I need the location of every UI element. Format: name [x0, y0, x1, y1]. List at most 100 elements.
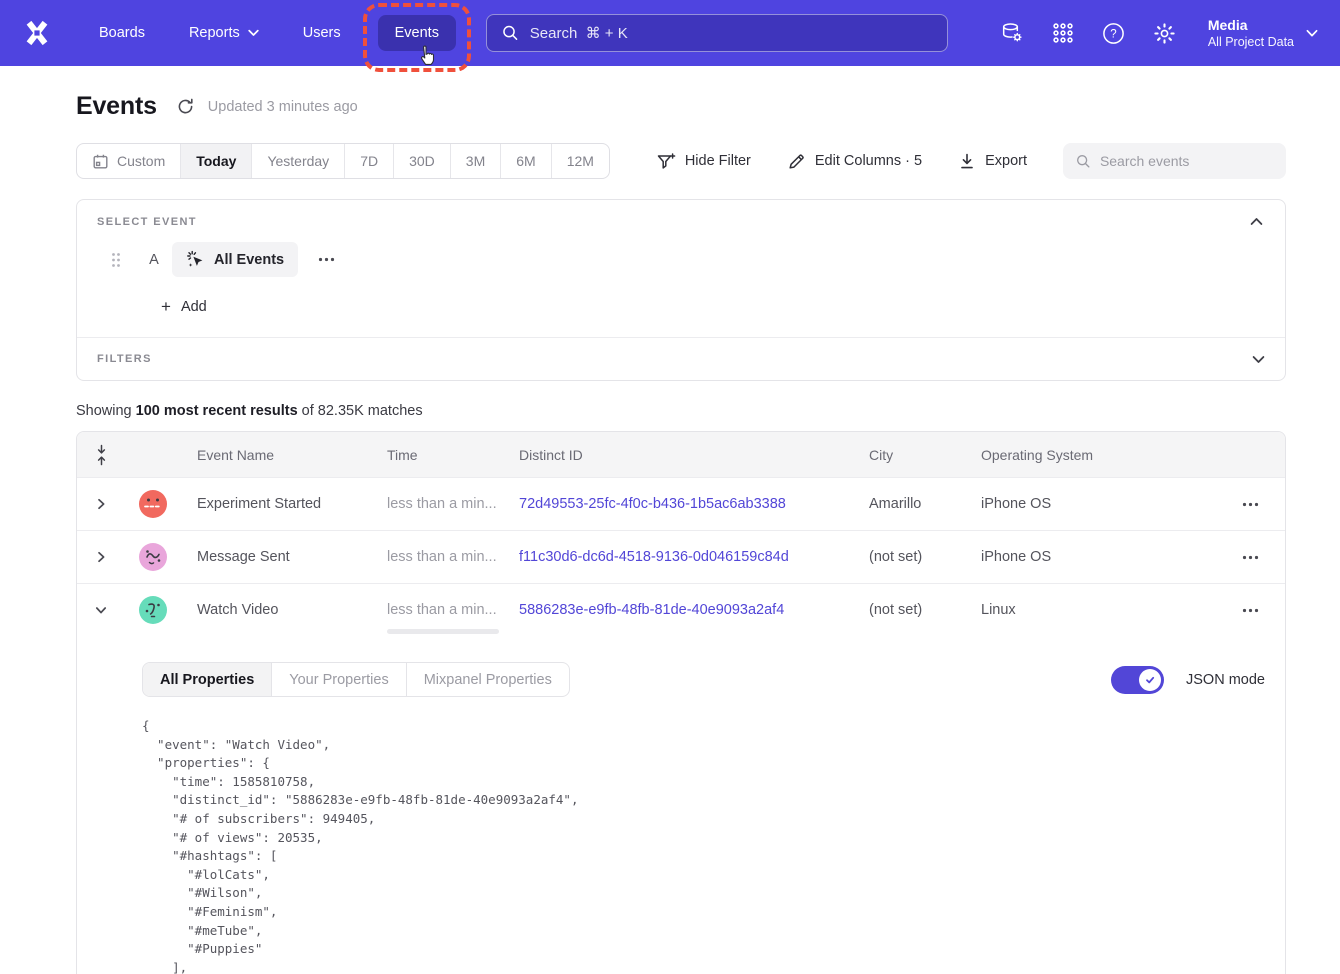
os-cell: iPhone OS: [965, 549, 1185, 565]
apps-grid-icon[interactable]: [1051, 21, 1075, 45]
edit-columns-label: Edit Columns · 5: [815, 153, 922, 169]
date-range-custom[interactable]: Custom: [77, 144, 181, 178]
toggle-knob: [1139, 669, 1161, 691]
os-cell: Linux: [965, 602, 1185, 618]
chevron-right-icon: [95, 498, 107, 510]
search-events-field[interactable]: [1063, 143, 1286, 179]
event-more-options-button[interactable]: [314, 253, 339, 266]
add-event-label: Add: [181, 299, 207, 315]
row-more-options-button[interactable]: [1242, 608, 1285, 613]
tab-label: All Properties: [160, 672, 254, 688]
filters-section-toggle[interactable]: FILTERS: [77, 338, 1285, 380]
column-header-distinct-id[interactable]: Distinct ID: [503, 447, 853, 463]
city-cell: Amarillo: [853, 496, 965, 512]
time-cell: less than a min...: [371, 478, 503, 530]
events-table: Event Name Time Distinct ID City Operati…: [76, 431, 1286, 974]
sort-order-button[interactable]: [77, 444, 125, 466]
page-title: Events: [76, 92, 157, 121]
json-mode-toggle[interactable]: [1111, 666, 1164, 694]
column-header-city[interactable]: City: [853, 447, 965, 463]
tab-mixpanel-properties[interactable]: Mixpanel Properties: [407, 663, 569, 696]
distinct-id-link[interactable]: 72d49553-25fc-4f0c-b436-1b5ac6ab3388: [519, 496, 786, 512]
event-name-cell: Message Sent: [181, 549, 371, 565]
event-avatar: [139, 543, 167, 571]
nav-item-reports[interactable]: Reports: [172, 15, 276, 51]
distinct-id-link[interactable]: 5886283e-e9fb-48fb-81de-40e9093a2af4: [519, 602, 784, 618]
filter-funnel-icon: [656, 152, 676, 171]
global-search-input[interactable]: [530, 25, 932, 42]
export-button[interactable]: Export: [958, 152, 1027, 171]
global-search[interactable]: [486, 14, 948, 52]
date-range-7d[interactable]: 7D: [345, 144, 394, 178]
ellipsis-icon: [318, 257, 335, 262]
mixpanel-logo-icon[interactable]: [18, 14, 56, 52]
table-header-row: Event Name Time Distinct ID City Operati…: [77, 432, 1285, 477]
project-selector[interactable]: Media All Project Data: [1208, 16, 1318, 50]
last-updated-text: Updated 3 minutes ago: [208, 99, 358, 115]
expand-row-button[interactable]: [77, 498, 125, 510]
properties-tabs: All Properties Your Properties Mixpanel …: [142, 662, 570, 697]
export-label: Export: [985, 153, 1027, 169]
date-range-label: Custom: [117, 153, 165, 169]
chevron-down-icon: [248, 29, 259, 37]
nav-item-label: Reports: [189, 25, 240, 41]
cursor-click-icon: [186, 250, 205, 269]
settings-gear-icon[interactable]: [1153, 21, 1177, 45]
nav-item-label: Boards: [99, 25, 145, 41]
column-header-time[interactable]: Time: [371, 447, 503, 463]
event-avatar: [139, 490, 167, 518]
search-icon: [1076, 153, 1091, 170]
ellipsis-icon: [1242, 608, 1259, 613]
plus-icon: +: [161, 297, 171, 317]
date-range-label: Yesterday: [267, 153, 329, 169]
date-range-yesterday[interactable]: Yesterday: [252, 144, 345, 178]
nav-item-label: Users: [303, 25, 341, 41]
column-header-os[interactable]: Operating System: [965, 447, 1185, 463]
date-range-3m[interactable]: 3M: [451, 144, 501, 178]
distinct-id-link[interactable]: f11c30d6-dc6d-4518-9136-0d046159c84d: [519, 549, 789, 565]
drag-handle-icon[interactable]: [111, 252, 121, 268]
date-range-label: 6M: [516, 153, 535, 169]
selected-event-label: All Events: [214, 252, 284, 268]
tab-all-properties[interactable]: All Properties: [143, 663, 272, 696]
search-events-input[interactable]: [1100, 153, 1273, 169]
row-more-options-button[interactable]: [1242, 555, 1285, 560]
primary-nav: Boards Reports Users Events: [82, 15, 456, 51]
results-suffix: of 82.35K matches: [298, 403, 423, 419]
collapse-select-event-button[interactable]: [1248, 215, 1265, 228]
ellipsis-icon: [1242, 555, 1259, 560]
tab-your-properties[interactable]: Your Properties: [272, 663, 406, 696]
event-json-viewer[interactable]: { "event": "Watch Video", "properties": …: [142, 717, 1265, 974]
check-icon: [1144, 674, 1156, 686]
date-range-30d[interactable]: 30D: [394, 144, 451, 178]
nav-item-users[interactable]: Users: [286, 15, 358, 51]
date-range-12m[interactable]: 12M: [552, 144, 609, 178]
column-header-event-name[interactable]: Event Name: [181, 447, 371, 463]
nav-item-boards[interactable]: Boards: [82, 15, 162, 51]
select-event-label: SELECT EVENT: [97, 216, 197, 228]
pencil-icon: [787, 152, 806, 171]
table-row-expanded: Watch Video less than a min... 5886283e-…: [77, 583, 1285, 636]
help-icon[interactable]: ?: [1102, 21, 1126, 45]
chevron-down-icon: [1252, 355, 1265, 364]
date-range-label: 30D: [409, 153, 435, 169]
project-scope: All Project Data: [1208, 34, 1294, 50]
time-cell: less than a min...: [371, 531, 503, 583]
date-range-label: Today: [196, 153, 236, 169]
row-more-options-button[interactable]: [1242, 502, 1285, 507]
add-event-button[interactable]: + Add: [161, 297, 1265, 317]
collapse-row-button[interactable]: [77, 604, 125, 616]
sort-arrows-icon: [95, 444, 108, 466]
refresh-button[interactable]: [177, 98, 194, 115]
edit-columns-button[interactable]: Edit Columns · 5: [787, 152, 922, 171]
results-prefix: Showing: [76, 403, 136, 419]
data-management-icon[interactable]: [1000, 21, 1024, 45]
event-selector-pill[interactable]: All Events: [172, 242, 298, 277]
date-range-6m[interactable]: 6M: [501, 144, 551, 178]
horizontal-scrollbar[interactable]: [387, 629, 499, 634]
results-summary: Showing 100 most recent results of 82.35…: [76, 403, 1286, 419]
date-range-today[interactable]: Today: [181, 144, 252, 178]
expand-row-button[interactable]: [77, 551, 125, 563]
hide-filter-button[interactable]: Hide Filter: [656, 152, 751, 171]
chevron-down-icon: [95, 604, 107, 616]
